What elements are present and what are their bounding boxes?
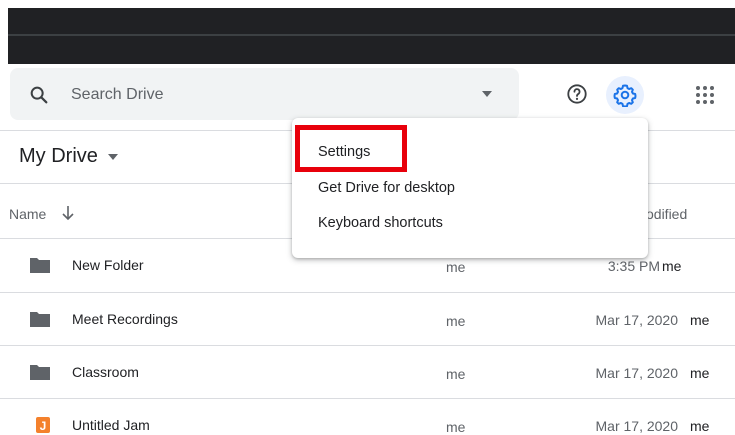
help-button[interactable]: [562, 79, 592, 109]
file-modified-by: me: [690, 365, 710, 381]
file-modified-date: Mar 17, 2020: [595, 418, 679, 434]
file-name[interactable]: Meet Recordings: [72, 311, 178, 327]
table-row[interactable]: Meet Recordings me Mar 17, 2020 me: [0, 293, 735, 346]
folder-icon: [30, 258, 50, 273]
sort-arrow-down-icon[interactable]: [61, 205, 75, 221]
menu-item-get-drive-for-desktop[interactable]: Get Drive for desktop: [292, 172, 648, 204]
column-header-last-modified[interactable]: odified: [646, 206, 687, 222]
top-bar: [0, 0, 735, 64]
highlight-box: [295, 125, 407, 172]
file-modified-date: Mar 17, 2020: [595, 365, 679, 381]
google-apps-button[interactable]: [692, 82, 718, 108]
search-options-caret-icon[interactable]: [481, 90, 493, 98]
browser-chrome-bar: [8, 8, 735, 64]
file-owner: me: [446, 259, 466, 275]
apps-grid-icon: [696, 86, 714, 104]
file-modified-date: Mar 17, 2020: [595, 312, 679, 328]
settings-button[interactable]: [606, 76, 644, 114]
file-modified-date: 3:35 PM: [607, 258, 660, 274]
table-row[interactable]: Classroom me Mar 17, 2020 me: [0, 346, 735, 399]
file-owner: me: [446, 366, 466, 382]
file-name[interactable]: New Folder: [72, 257, 144, 273]
jamboard-icon: J: [36, 417, 50, 433]
folder-icon: [30, 312, 50, 327]
table-row[interactable]: J Untitled Jam me Mar 17, 2020 me: [0, 399, 735, 435]
chrome-divider: [8, 34, 735, 36]
menu-item-keyboard-shortcuts[interactable]: Keyboard shortcuts: [292, 207, 648, 239]
search-input[interactable]: Search Drive: [71, 86, 163, 104]
chevron-down-icon[interactable]: [108, 154, 118, 160]
file-name[interactable]: Classroom: [72, 364, 139, 380]
column-header-name[interactable]: Name: [9, 206, 46, 222]
help-icon: [567, 84, 587, 104]
search-icon[interactable]: [28, 84, 50, 106]
svg-text:J: J: [40, 419, 47, 433]
file-modified-by: me: [690, 418, 710, 434]
file-name[interactable]: Untitled Jam: [72, 417, 150, 433]
file-modified-by: me: [690, 312, 710, 328]
page-title[interactable]: My Drive: [19, 145, 98, 168]
file-owner: me: [446, 419, 466, 435]
file-owner: me: [446, 313, 466, 329]
file-modified-by: me: [662, 258, 682, 274]
folder-icon: [30, 365, 50, 380]
settings-gear-icon: [613, 84, 637, 107]
